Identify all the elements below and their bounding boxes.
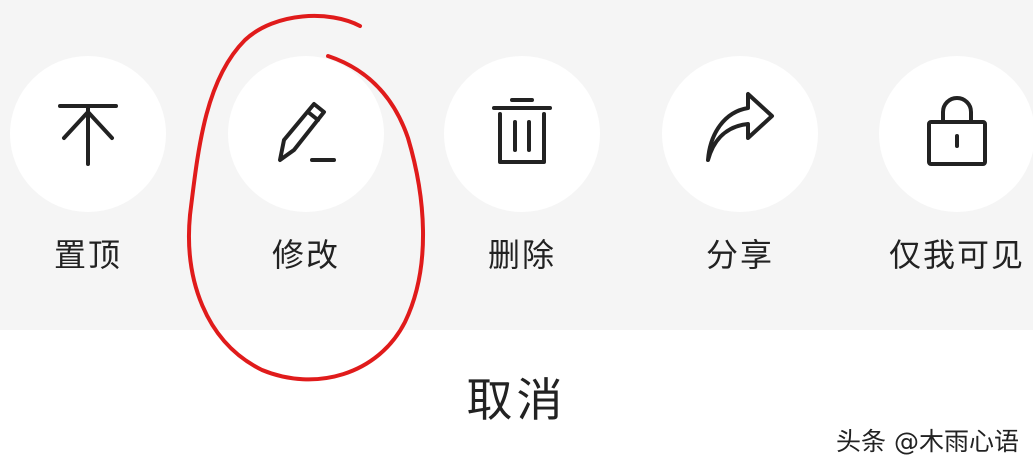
share-action[interactable]: 分享	[630, 0, 850, 330]
pin-to-top-action[interactable]: 置顶	[0, 0, 198, 330]
edit-action[interactable]: 修改	[196, 0, 416, 330]
pin-to-top-label: 置顶	[53, 236, 122, 274]
private-label: 仅我可见	[888, 236, 1025, 274]
pin-to-top-icon	[58, 104, 118, 166]
action-panel: 置顶 修改 删除 分享 仅我可见	[0, 0, 1033, 330]
share-action-sheet: 置顶 修改 删除 分享 仅我可见 取消 头条 @木雨心语	[0, 0, 1033, 467]
trash-icon	[492, 98, 552, 164]
private-icon-circle[interactable]	[879, 56, 1033, 212]
edit-label: 修改	[271, 236, 340, 274]
delete-label: 删除	[487, 236, 556, 274]
share-arrow-icon	[706, 92, 774, 162]
delete-action[interactable]: 删除	[412, 0, 632, 330]
lock-icon	[927, 96, 987, 166]
edit-icon-circle[interactable]	[228, 56, 384, 212]
share-label: 分享	[705, 236, 774, 274]
watermark: 头条 @木雨心语	[836, 427, 1019, 456]
pin-to-top-icon-circle[interactable]	[10, 56, 166, 212]
share-icon-circle[interactable]	[662, 56, 818, 212]
pencil-icon	[278, 102, 336, 162]
private-action[interactable]: 仅我可见	[847, 0, 1033, 330]
delete-icon-circle[interactable]	[444, 56, 600, 212]
